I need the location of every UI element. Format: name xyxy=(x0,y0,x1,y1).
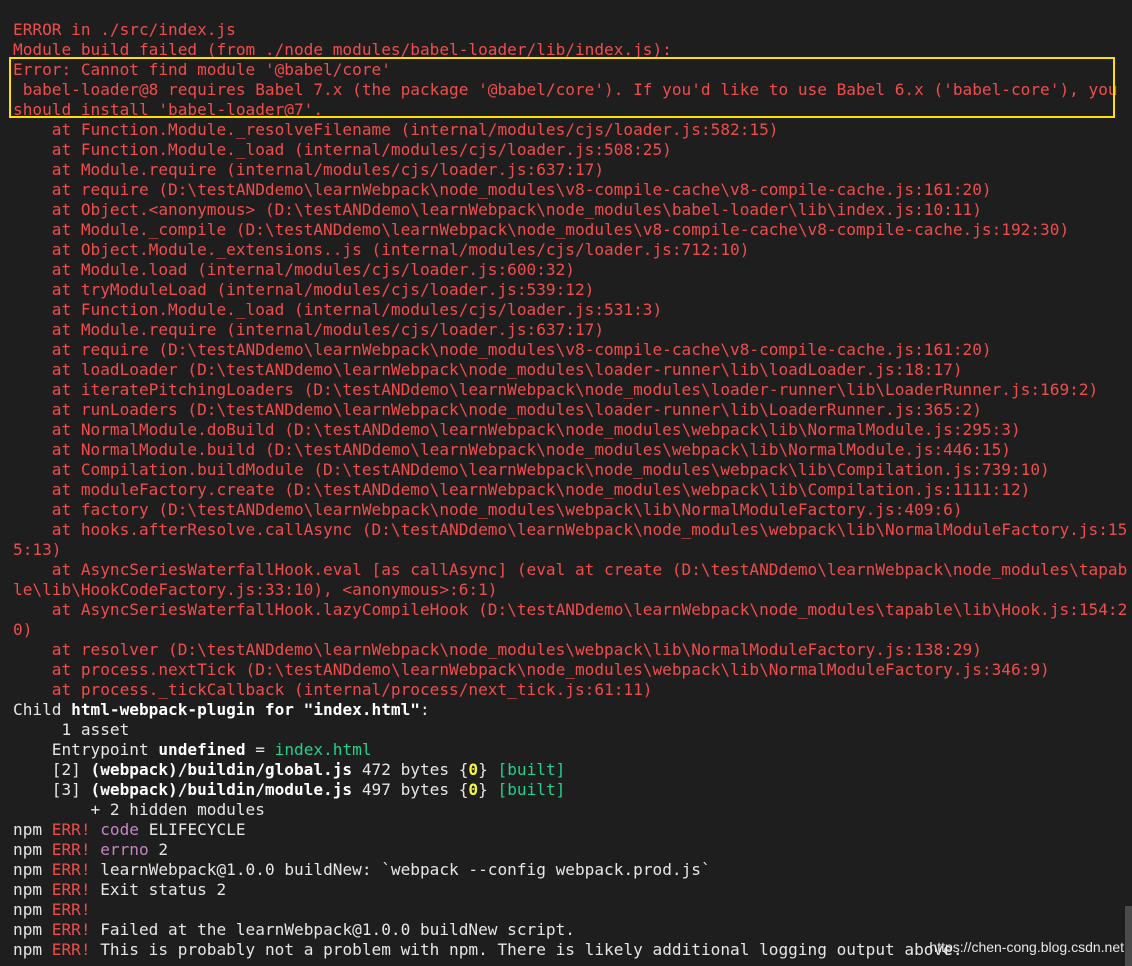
stack-trace-line: le\lib\HookCodeFactory.js:33:10), <anony… xyxy=(13,580,498,599)
child-suffix: : xyxy=(419,700,430,719)
asset-line: 1 asset xyxy=(13,720,130,739)
npm-err-tag: ERR! xyxy=(51,820,91,839)
stack-trace-line: at Object.Module._extensions..js (intern… xyxy=(13,240,750,259)
stack-trace-line: at factory (D:\testANDdemo\learnWebpack\… xyxy=(13,500,963,519)
stack-trace-line: at iteratePitchingLoaders (D:\testANDdem… xyxy=(13,380,1099,399)
stack-trace-line: at require (D:\testANDdemo\learnWebpack\… xyxy=(13,180,992,199)
stack-trace-line: at hooks.afterResolve.callAsync (D:\test… xyxy=(13,520,1128,539)
npm-err-key: code xyxy=(100,820,139,839)
stack-trace-line: at Module.require (internal/modules/cjs/… xyxy=(13,320,605,339)
watermark-text: https://chen-cong.blog.csdn.net xyxy=(929,939,1124,955)
module-line: [2] (webpack)/buildin/global.js 472 byte… xyxy=(13,760,566,780)
module-size: 472 bytes { xyxy=(352,760,469,779)
entrypoint-undefined: undefined xyxy=(158,740,246,759)
stack-trace-line: at Function.Module._load (internal/modul… xyxy=(13,140,672,159)
module-path: (webpack)/buildin/module.js xyxy=(90,780,353,799)
highlighted-error-line: babel-loader@8 requires Babel 7.x (the p… xyxy=(13,80,1118,99)
npm-err-tag: ERR! xyxy=(51,840,91,859)
child-prefix: Child xyxy=(13,700,72,719)
error-header: ERROR in ./src/index.js xyxy=(13,20,236,39)
module-chunk-id: 0 xyxy=(468,760,479,779)
npm-prefix: npm xyxy=(13,940,52,959)
npm-err-line: npm ERR! learnWebpack@1.0.0 buildNew: `w… xyxy=(13,860,711,880)
npm-prefix: npm xyxy=(13,820,52,839)
stack-trace-line: at NormalModule.build (D:\testANDdemo\le… xyxy=(13,440,1011,459)
npm-err-line: npm ERR! xyxy=(13,900,91,920)
npm-err-line: npm ERR! errno 2 xyxy=(13,840,168,860)
npm-prefix: npm xyxy=(13,860,52,879)
highlighted-error-line: Error: Cannot find module '@babel/core' xyxy=(13,60,391,79)
npm-err-message: 2 xyxy=(148,840,169,859)
npm-err-message: ELIFECYCLE xyxy=(139,820,246,839)
stack-trace-line: at Function.Module._resolveFilename (int… xyxy=(13,120,779,139)
stack-trace-line: 0) xyxy=(13,620,33,639)
npm-err-line: npm ERR! Exit status 2 xyxy=(13,880,226,900)
hidden-modules-line: + 2 hidden modules xyxy=(13,800,265,819)
npm-err-key: errno xyxy=(100,840,149,859)
entrypoint-equals: = xyxy=(245,740,275,759)
stack-trace-line: at Module.require (internal/modules/cjs/… xyxy=(13,160,605,179)
child-name: html-webpack-plugin for "index.html" xyxy=(71,700,420,719)
npm-prefix: npm xyxy=(13,880,52,899)
npm-prefix: npm xyxy=(13,900,52,919)
npm-err-message: Exit status 2 xyxy=(90,880,227,899)
module-size: 497 bytes { xyxy=(352,780,469,799)
npm-err-tag: ERR! xyxy=(51,880,91,899)
stack-trace-line: at AsyncSeriesWaterfallHook.lazyCompileH… xyxy=(13,600,1128,619)
stack-trace-line: at Function.Module._load (internal/modul… xyxy=(13,300,663,319)
module-index: [3] xyxy=(13,780,91,799)
npm-err-tag: ERR! xyxy=(51,860,91,879)
npm-err-message: Failed at the learnWebpack@1.0.0 buildNe… xyxy=(90,920,575,939)
stack-trace-line: at NormalModule.doBuild (D:\testANDdemo\… xyxy=(13,420,1021,439)
module-path: (webpack)/buildin/global.js xyxy=(90,760,353,779)
terminal-output: ERROR in ./src/index.js Module build fai… xyxy=(0,0,1132,966)
stack-trace-line: at process.nextTick (D:\testANDdemo\lear… xyxy=(13,660,1050,679)
highlighted-error-line: should install 'babel-loader@7'. xyxy=(13,100,324,119)
stack-trace-line: at Object.<anonymous> (D:\testANDdemo\le… xyxy=(13,200,982,219)
module-build-failed-line: Module build failed (from ./node_modules… xyxy=(13,40,672,59)
stack-trace-line: at Compilation.buildModule (D:\testANDde… xyxy=(13,460,1050,479)
stack-trace-line: at Module.load (internal/modules/cjs/loa… xyxy=(13,260,575,279)
entrypoint-line: Entrypoint undefined = index.html xyxy=(13,740,372,760)
stack-trace-line: at moduleFactory.create (D:\testANDdemo\… xyxy=(13,480,1031,499)
module-chunk-close: } xyxy=(478,780,498,799)
scrollbar-thumb[interactable] xyxy=(1125,906,1132,966)
npm-err-message: learnWebpack@1.0.0 buildNew: `webpack --… xyxy=(90,860,711,879)
entrypoint-file: index.html xyxy=(274,740,372,759)
npm-prefix: npm xyxy=(13,920,52,939)
stack-trace-line: at require (D:\testANDdemo\learnWebpack\… xyxy=(13,340,992,359)
module-chunk-id: 0 xyxy=(468,780,479,799)
stack-trace-line: at runLoaders (D:\testANDdemo\learnWebpa… xyxy=(13,400,982,419)
stack-trace-line: at loadLoader (D:\testANDdemo\learnWebpa… xyxy=(13,360,963,379)
stack-trace-line: at process._tickCallback (internal/proce… xyxy=(13,680,653,699)
npm-err-tag: ERR! xyxy=(51,920,91,939)
module-index: [2] xyxy=(13,760,91,779)
npm-err-line: npm ERR! code ELIFECYCLE xyxy=(13,820,246,840)
module-built-badge: [built] xyxy=(497,780,566,799)
module-built-badge: [built] xyxy=(497,760,566,779)
child-line: Child html-webpack-plugin for "index.htm… xyxy=(13,700,430,720)
npm-err-tag: ERR! xyxy=(51,940,91,959)
stack-trace-line: at AsyncSeriesWaterfallHook.eval [as cal… xyxy=(13,560,1128,579)
npm-err-message: This is probably not a problem with npm.… xyxy=(90,940,963,959)
stack-trace-line: at Module._compile (D:\testANDdemo\learn… xyxy=(13,220,1070,239)
stack-trace-line: 5:13) xyxy=(13,540,62,559)
npm-err-tag: ERR! xyxy=(51,900,91,919)
stack-trace-line: at tryModuleLoad (internal/modules/cjs/l… xyxy=(13,280,595,299)
module-line: [3] (webpack)/buildin/module.js 497 byte… xyxy=(13,780,566,800)
module-chunk-close: } xyxy=(478,760,498,779)
npm-err-line: npm ERR! Failed at the learnWebpack@1.0.… xyxy=(13,920,575,940)
npm-prefix: npm xyxy=(13,840,52,859)
stack-trace-line: at resolver (D:\testANDdemo\learnWebpack… xyxy=(13,640,982,659)
entrypoint-label: Entrypoint xyxy=(13,740,159,759)
npm-err-line: npm ERR! This is probably not a problem … xyxy=(13,940,963,960)
